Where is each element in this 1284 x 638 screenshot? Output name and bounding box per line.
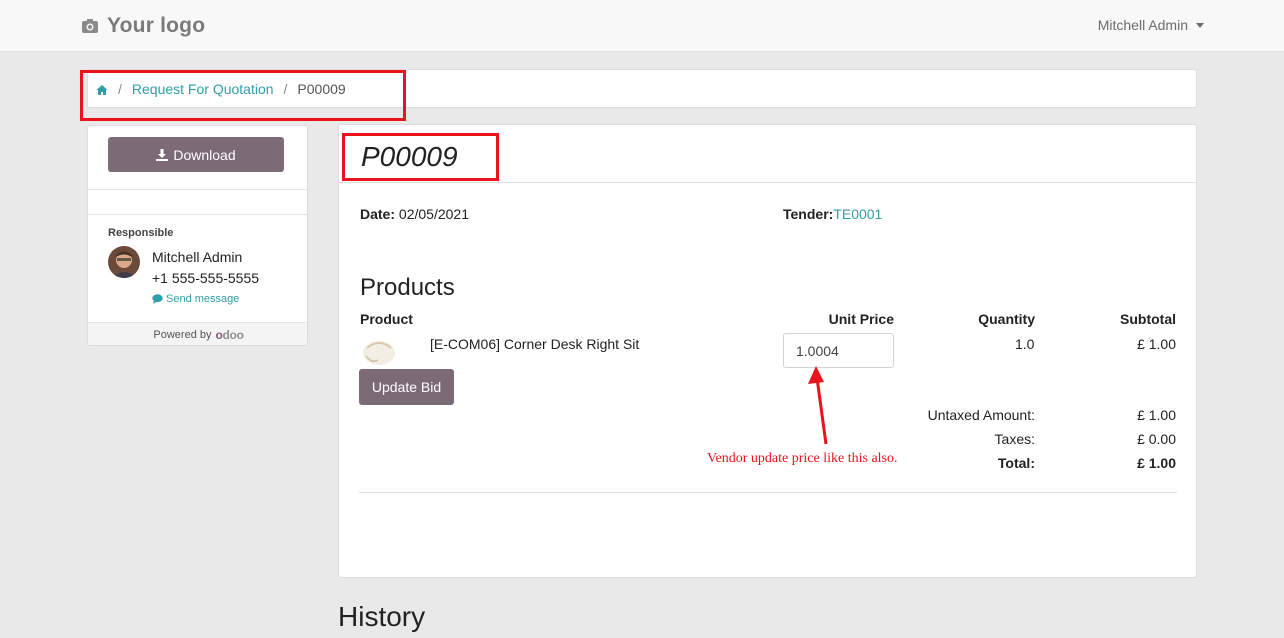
send-message-link[interactable]: Send message (152, 293, 239, 305)
taxes-value: £ 0.00 (1137, 431, 1176, 447)
column-header-unit-price: Unit Price (828, 311, 894, 327)
annotation-arrow-icon (808, 366, 828, 445)
avatar (108, 246, 140, 278)
odoo-logo[interactable]: odoo (215, 328, 243, 342)
date-label: Date: (360, 206, 396, 222)
subtotal-value: £ 1.00 (1137, 336, 1176, 352)
date-value: 02/05/2021 (398, 206, 469, 222)
document-card: P00009 Date: 02/05/2021 Tender:TE0001 Pr… (338, 124, 1197, 578)
taxes-label: Taxes: (994, 431, 1035, 447)
column-header-subtotal: Subtotal (1120, 311, 1176, 327)
update-bid-button[interactable]: Update Bid (359, 369, 454, 405)
user-menu[interactable]: Mitchell Admin (1098, 17, 1204, 33)
tender-field: Tender:TE0001 (783, 206, 882, 222)
download-button[interactable]: Download (108, 137, 284, 172)
annotation-box-breadcrumb (80, 70, 406, 121)
product-name: [E-COM06] Corner Desk Right Sit (430, 336, 640, 352)
annotation-box-title (342, 133, 499, 181)
comment-icon (152, 294, 163, 304)
responsible-name: Mitchell Admin (152, 249, 243, 265)
untaxed-amount-label: Untaxed Amount: (927, 407, 1035, 423)
quantity-value: 1.0 (1015, 336, 1035, 352)
user-name: Mitchell Admin (1097, 17, 1188, 33)
responsible-label: Responsible (108, 227, 174, 239)
product-image (362, 338, 396, 366)
total-value: £ 1.00 (1137, 455, 1176, 471)
annotation-text: Vendor update price like this also. (707, 451, 898, 466)
column-header-quantity: Quantity (978, 311, 1035, 327)
logo-text: Your logo (107, 14, 206, 37)
tender-label: Tender: (783, 206, 834, 222)
column-header-product: Product (360, 311, 413, 327)
download-icon (156, 148, 169, 161)
top-navbar: Your logo Mitchell Admin (0, 0, 1284, 52)
download-label: Download (173, 146, 236, 163)
history-heading: History (338, 601, 426, 632)
chevron-down-icon (1196, 22, 1204, 28)
total-label: Total: (997, 455, 1035, 471)
header-divider (339, 182, 1196, 183)
camera-icon (81, 18, 99, 34)
date-field: Date: 02/05/2021 (360, 206, 469, 222)
powered-by-label: Powered by (153, 329, 212, 341)
sidebar-divider (88, 189, 307, 190)
tender-link[interactable]: TE0001 (833, 206, 882, 222)
products-heading: Products (360, 274, 455, 301)
bottom-divider (359, 492, 1177, 493)
powered-by: Powered by odoo (88, 322, 307, 345)
logo-link[interactable]: Your logo (81, 14, 205, 38)
untaxed-amount-value: £ 1.00 (1137, 407, 1176, 423)
sidebar-divider (88, 214, 307, 215)
send-message-label: Send message (166, 293, 240, 305)
sidebar-card: Download Responsible Mitchell Admin +1 5… (87, 125, 308, 346)
responsible-phone: +1 555-555-5555 (152, 270, 260, 286)
